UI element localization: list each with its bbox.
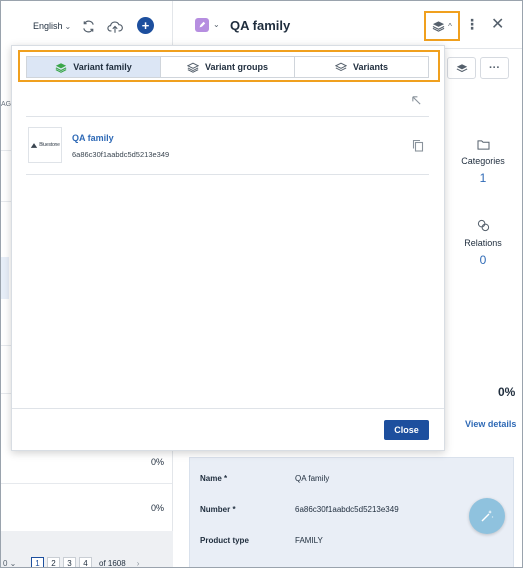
layers-button[interactable] — [447, 57, 476, 79]
view-details-link[interactable]: View details — [465, 419, 516, 429]
language-selector[interactable]: English ⌄ — [33, 21, 71, 31]
variants-dropdown-panel: Variant family Variant groups Variants B… — [11, 45, 445, 451]
footer-divider — [12, 408, 444, 409]
column-header-fragment: AG — [1, 101, 12, 108]
chevron-down-icon: ⌄ — [64, 22, 72, 31]
row-completeness: 0% — [151, 503, 165, 513]
logo-mark-icon — [31, 142, 38, 148]
assistant-fab[interactable] — [469, 498, 505, 534]
info-value: 6a86c30f1aabdc5d5213e349 — [295, 505, 399, 514]
collapse-icon[interactable] — [411, 95, 422, 109]
page-button[interactable]: 1 — [31, 557, 44, 567]
completeness-percent: 0% — [498, 385, 516, 399]
stat-value[interactable]: 0 — [443, 253, 522, 267]
tab-variant-groups[interactable]: Variant groups — [161, 57, 295, 77]
close-icon[interactable]: ✕ — [491, 17, 504, 33]
layers-icon — [334, 62, 347, 71]
cloud-upload-icon[interactable] — [106, 17, 124, 35]
tab-variant-family[interactable]: Variant family — [27, 57, 161, 77]
relations-card[interactable]: Relations 0 — [443, 219, 522, 267]
variant-tabs: Variant family Variant groups Variants — [26, 56, 429, 78]
info-value: QA family — [295, 474, 330, 483]
more-options-button[interactable]: ··· — [480, 57, 509, 79]
variant-menu-toggle[interactable]: ^ — [424, 11, 460, 41]
next-page-icon[interactable]: › — [137, 557, 140, 567]
copy-icon[interactable] — [412, 139, 424, 155]
stat-value[interactable]: 1 — [443, 171, 522, 185]
divider — [26, 174, 429, 175]
product-info-box: Name * QA family Number * 6a86c30f1aabdc… — [189, 457, 514, 567]
tab-variants[interactable]: Variants — [295, 57, 428, 77]
add-button[interactable]: + — [137, 17, 154, 34]
kebab-icon[interactable]: ⋮ — [465, 17, 479, 31]
page-button[interactable]: 2 — [47, 557, 60, 567]
pencil-icon[interactable] — [195, 18, 209, 32]
info-value: FAMILY — [295, 536, 323, 545]
page-button[interactable]: 4 — [79, 557, 92, 567]
link-icon — [443, 219, 522, 232]
selected-row-indicator — [1, 257, 9, 299]
magic-wand-icon — [481, 510, 494, 522]
divider — [26, 116, 429, 117]
close-button[interactable]: Close — [384, 420, 429, 440]
layers-icon — [55, 62, 67, 73]
info-key: Product type — [200, 536, 249, 545]
stat-label: Categories — [461, 156, 505, 166]
page-count: of 1608 — [99, 559, 126, 568]
categories-card[interactable]: Categories 1 — [443, 139, 522, 185]
variant-family-item[interactable]: Bluestone QA family 6a86c30f1aabdc5d5213… — [26, 126, 429, 174]
app-window: English ⌄ + AG 0% 0% 0 ⌄ 1 2 3 4 of 1608 … — [0, 0, 523, 568]
chevron-down-icon[interactable]: ⌄ — [213, 20, 220, 29]
page-button[interactable]: 3 — [63, 557, 76, 567]
stat-label: Relations — [464, 238, 502, 248]
layers-icon — [432, 21, 445, 32]
page-size-chevron-icon[interactable]: 0 ⌄ — [3, 559, 16, 567]
more-icon: ··· — [489, 62, 500, 74]
detail-header: ⌄ QA family ^ ⋮ ✕ — [173, 1, 522, 49]
layers-icon — [456, 63, 467, 72]
family-name-link[interactable]: QA family — [72, 133, 114, 143]
tab-label: Variants — [352, 62, 389, 72]
tab-label: Variant family — [73, 62, 132, 72]
folder-icon — [443, 139, 522, 150]
sync-icon[interactable] — [79, 17, 97, 35]
info-key: Name * — [200, 474, 228, 483]
family-id: 6a86c30f1aabdc5d5213e349 — [72, 150, 170, 159]
page-title: QA family — [230, 18, 291, 33]
info-key: Number * — [200, 505, 236, 514]
logo-text: Bluestone — [39, 142, 60, 148]
chevron-up-icon: ^ — [448, 21, 452, 31]
row-divider — [1, 483, 172, 484]
tab-label: Variant groups — [204, 62, 268, 72]
left-toolbar: English ⌄ + — [1, 1, 173, 51]
variant-tabs-highlight: Variant family Variant groups Variants — [18, 50, 440, 82]
row-completeness: 0% — [151, 457, 165, 467]
pagination: 1 2 3 4 of 1608 › — [31, 557, 140, 568]
language-label: English — [33, 21, 63, 31]
layers-icon — [186, 62, 199, 73]
family-thumbnail: Bluestone — [28, 127, 62, 163]
